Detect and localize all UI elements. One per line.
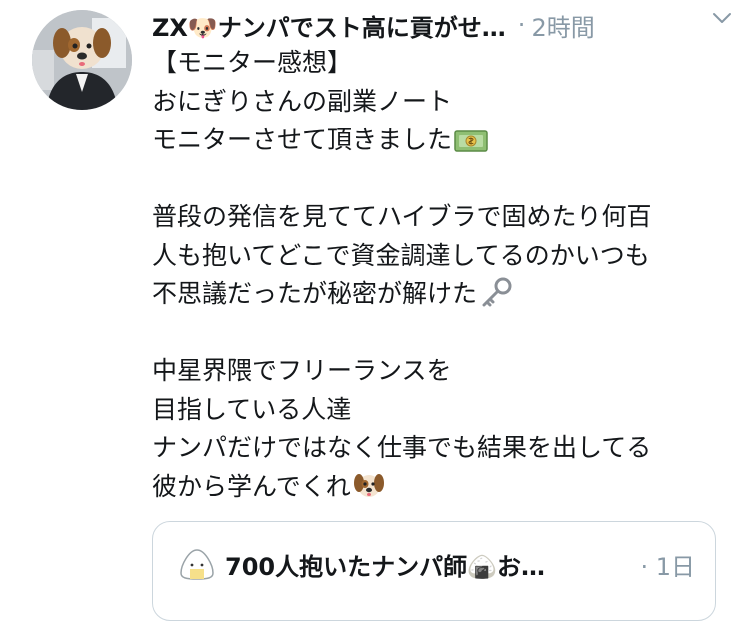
tweet-header: ZX🐶ナンパでスト高に貢がせ… · 2時間 (152, 8, 732, 42)
tweet-text-line: 【モニター感想】 (152, 48, 353, 77)
avatar-image (32, 10, 132, 110)
quoted-timestamp-value: 1日 (655, 552, 695, 581)
quoted-tweet[interactable]: 700人抱いたナンパ師🍙お… · 1日 (152, 521, 716, 621)
tweet-text-line: ナンパだけではなく仕事でも結果を出してる (152, 433, 652, 462)
quoted-tweet-header: 700人抱いたナンパ師🍙お… · 1日 (177, 546, 695, 582)
display-name[interactable]: ZX🐶ナンパでスト高に貢がせ… (152, 8, 506, 43)
tweet-text-line: 彼から学んでくれ (152, 468, 722, 507)
tweet-text-segment: 不思議だったが秘密が解けた (152, 279, 478, 308)
timestamp-separator: · (517, 11, 526, 39)
tweet-text-line: 中星界隈でフリーランスを (152, 356, 452, 385)
tweet-text-line: 不思議だったが秘密が解けた (152, 275, 722, 314)
tweet-text-line: モニターさせて頂きました (152, 121, 722, 160)
money-bag-icon (454, 130, 488, 152)
tweet-text-line: 普段の発信を見ててハイブラで固めたり何百 (152, 202, 652, 231)
quoted-display-name[interactable]: 700人抱いたナンパ師🍙お… (225, 547, 545, 582)
tweet-text-segment: 彼から学んでくれ (152, 471, 351, 501)
tweet-text-segment: モニターさせて頂きました (152, 125, 453, 154)
tweet-text: 【モニター感想】 おにぎりさんの副業ノート モニターさせて頂きました 普段の発信… (152, 44, 722, 506)
tweet-text-line: 人も抱いてどこで資金調達してるのかいつも (152, 240, 650, 270)
dog-face-icon (353, 473, 384, 497)
chevron-down-icon[interactable] (710, 6, 734, 30)
timestamp[interactable]: 2時間 (531, 8, 594, 43)
avatar[interactable] (32, 10, 132, 110)
quoted-timestamp[interactable]: · 1日 (640, 547, 695, 582)
key-icon (482, 277, 512, 307)
tweet-text-line: 目指している人達 (152, 394, 352, 424)
onigiri-avatar-icon (180, 549, 214, 580)
tweet-text-line: おにぎりさんの副業ノート (152, 86, 453, 116)
